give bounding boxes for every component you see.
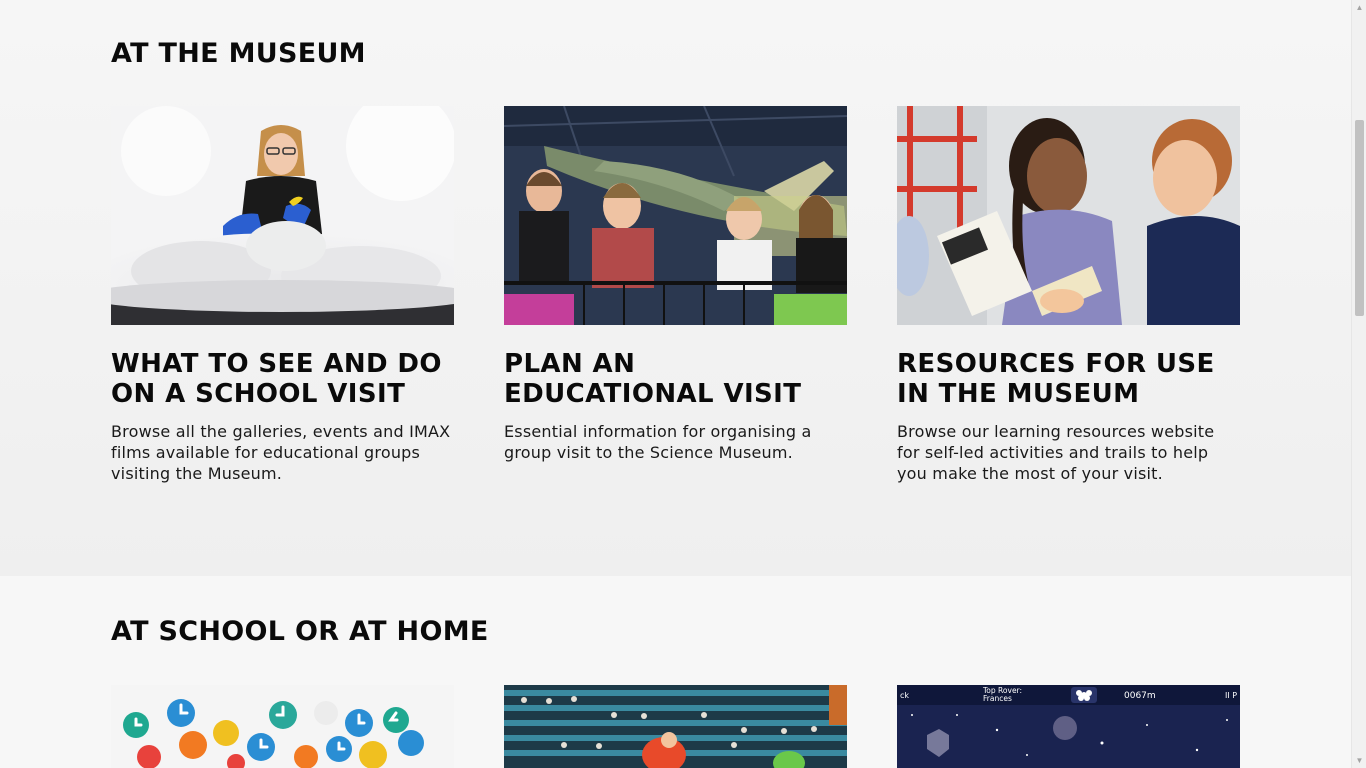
scroll-down-arrow-icon[interactable]: ▼ — [1352, 753, 1366, 768]
vertical-scrollbar[interactable]: ▲ ▼ — [1351, 0, 1366, 768]
at-school-or-home-section: AT SCHOOL OR AT HOME ck Top Rover: Franc… — [0, 576, 1351, 768]
page: AT THE MUSEUM WHAT TO SEE AND DO ON A SC… — [0, 0, 1351, 768]
game-back-text: ck — [900, 691, 909, 700]
card-description: Browse our learning resources website fo… — [897, 422, 1215, 483]
card-image-dry-ice-demo[interactable] — [111, 106, 454, 325]
card-image-auditorium-show[interactable] — [504, 685, 847, 768]
at-the-museum-section: AT THE MUSEUM WHAT TO SEE AND DO ON A SC… — [0, 0, 1351, 576]
card-school-1[interactable] — [111, 685, 454, 768]
card-description: Browse all the galleries, events and IMA… — [111, 422, 451, 483]
pause-icon[interactable]: II P — [1225, 691, 1237, 700]
game-rover-name: Frances — [983, 694, 1012, 703]
flower-icon — [1071, 687, 1097, 703]
card-school-3[interactable]: ck Top Rover: Frances 0067m II P — [897, 685, 1240, 768]
card-title[interactable]: PLAN AN EDUCATIONAL VISIT — [504, 349, 847, 409]
card-school-2[interactable] — [504, 685, 847, 768]
card-plan-visit[interactable]: PLAN AN EDUCATIONAL VISIT Essential info… — [504, 106, 847, 463]
card-image-students-resources[interactable] — [897, 106, 1240, 325]
card-image-space-game[interactable]: ck Top Rover: Frances 0067m II P — [897, 685, 1240, 768]
section-title: AT SCHOOL OR AT HOME — [111, 616, 489, 647]
card-image-students-gallery[interactable] — [504, 106, 847, 325]
card-resources[interactable]: RESOURCES FOR USE IN THE MUSEUM Browse o… — [897, 106, 1240, 484]
card-what-to-see[interactable]: WHAT TO SEE AND DO ON A SCHOOL VISIT Bro… — [111, 106, 454, 484]
card-description: Essential information for organising a g… — [504, 422, 812, 462]
scrollbar-thumb[interactable] — [1355, 120, 1364, 316]
section-title: AT THE MUSEUM — [111, 38, 366, 69]
scroll-up-arrow-icon[interactable]: ▲ — [1352, 0, 1366, 15]
game-distance: 0067m — [1124, 691, 1156, 701]
card-image-clock-magnets[interactable] — [111, 685, 454, 768]
card-title[interactable]: WHAT TO SEE AND DO ON A SCHOOL VISIT — [111, 349, 454, 409]
card-title[interactable]: RESOURCES FOR USE IN THE MUSEUM — [897, 349, 1240, 409]
